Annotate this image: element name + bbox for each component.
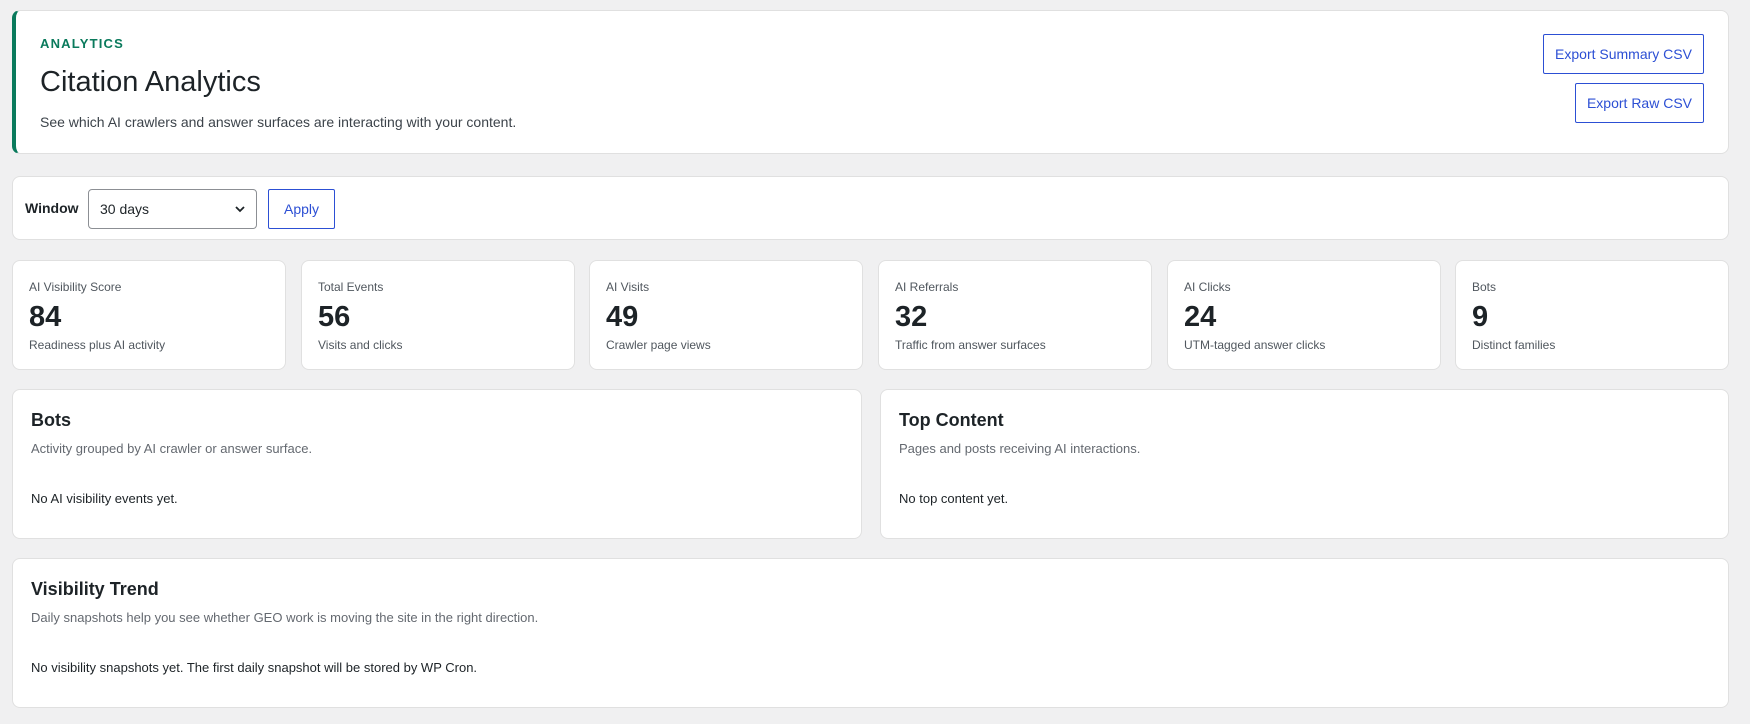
window-label: Window xyxy=(25,200,79,216)
stat-label: AI Referrals xyxy=(895,280,959,294)
stat-card-total-events: Total Events 56 Visits and clicks xyxy=(301,260,575,370)
panel-description: Pages and posts receiving AI interaction… xyxy=(899,441,1141,456)
panel-title: Top Content xyxy=(899,410,1004,430)
empty-state-message: No top content yet. xyxy=(899,491,1009,506)
stat-card-visibility-score: AI Visibility Score 84 Readiness plus AI… xyxy=(12,260,286,370)
stat-card-ai-clicks: AI Clicks 24 UTM-tagged answer clicks xyxy=(1167,260,1441,370)
export-summary-csv-button[interactable]: Export Summary CSV xyxy=(1543,34,1704,74)
page-title: Citation Analytics xyxy=(40,66,261,98)
header-card: ANALYTICS Citation Analytics See which A… xyxy=(12,10,1729,154)
empty-state-message: No visibility snapshots yet. The first d… xyxy=(31,660,478,675)
stat-value: 56 xyxy=(318,301,351,333)
panel-title: Bots xyxy=(31,410,71,430)
stat-value: 84 xyxy=(29,301,62,333)
stat-card-ai-referrals: AI Referrals 32 Traffic from answer surf… xyxy=(878,260,1152,370)
visibility-trend-panel: Visibility Trend Daily snapshots help yo… xyxy=(12,558,1729,708)
top-content-panel: Top Content Pages and posts receiving AI… xyxy=(880,389,1729,539)
panel-description: Activity grouped by AI crawler or answer… xyxy=(31,441,313,456)
apply-button[interactable]: Apply xyxy=(268,189,335,229)
stat-label: Total Events xyxy=(318,280,384,294)
window-select-value: 30 days xyxy=(100,201,150,217)
section-eyebrow: ANALYTICS xyxy=(40,36,124,51)
stat-note: Distinct families xyxy=(1472,338,1556,352)
stat-label: AI Clicks xyxy=(1184,280,1231,294)
export-raw-csv-button[interactable]: Export Raw CSV xyxy=(1575,83,1704,123)
chevron-down-icon xyxy=(235,206,245,213)
stat-note: Readiness plus AI activity xyxy=(29,338,166,352)
stat-note: Visits and clicks xyxy=(318,338,403,352)
stat-value: 9 xyxy=(1472,301,1489,333)
stat-note: Traffic from answer surfaces xyxy=(895,338,1046,352)
window-select[interactable]: 30 days xyxy=(88,189,257,229)
stat-value: 32 xyxy=(895,301,928,333)
empty-state-message: No AI visibility events yet. xyxy=(31,491,178,506)
stat-card-bots: Bots 9 Distinct families xyxy=(1455,260,1729,370)
stat-label: AI Visits xyxy=(606,280,650,294)
stat-label: Bots xyxy=(1472,280,1497,294)
bots-panel: Bots Activity grouped by AI crawler or a… xyxy=(12,389,862,539)
stat-label: AI Visibility Score xyxy=(29,280,122,294)
stat-note: Crawler page views xyxy=(606,338,711,352)
stat-card-ai-visits: AI Visits 49 Crawler page views xyxy=(589,260,863,370)
panel-title: Visibility Trend xyxy=(31,579,159,599)
page-description: See which AI crawlers and answer surface… xyxy=(40,114,517,130)
window-filter-bar: Window 30 days Apply xyxy=(12,176,1729,240)
stat-note: UTM-tagged answer clicks xyxy=(1184,338,1326,352)
stat-value: 49 xyxy=(606,301,639,333)
stat-value: 24 xyxy=(1184,301,1217,333)
panel-description: Daily snapshots help you see whether GEO… xyxy=(31,610,539,625)
